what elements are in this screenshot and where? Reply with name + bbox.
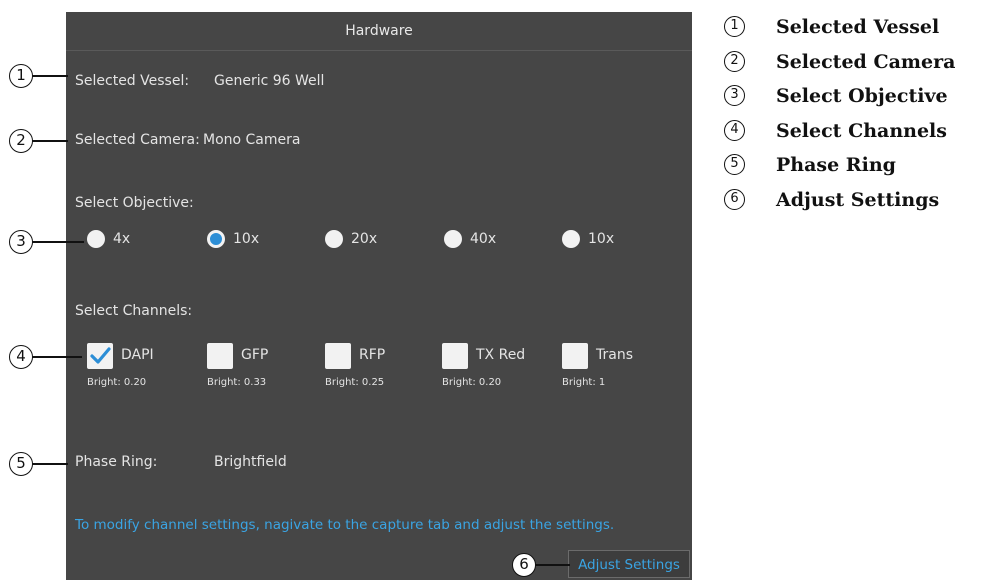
legend-number: 2 [724,50,745,72]
channel-brightness: Bright: 0.20 [442,377,502,388]
objective-option-label: 20x [351,231,378,247]
radio-icon [87,230,105,248]
objective-option-4x[interactable]: 4x [87,228,130,250]
radio-icon [562,230,580,248]
channel-brightness: Bright: 0.25 [325,377,385,388]
callout-leader [32,356,82,358]
objective-option-label: 40x [470,231,497,247]
objective-option-label: 4x [113,231,131,247]
channel-label: RFP [359,347,386,363]
camera-value: Mono Camera [203,132,301,148]
legend-label: Select Objective [776,85,948,107]
channel-label: TX Red [476,347,526,363]
legend-label: Select Channels [776,119,947,142]
vessel-label: Selected Vessel: [75,73,190,89]
callout-1: 1 [9,64,33,88]
objective-label: Select Objective: [75,195,194,211]
channel-brightness: Bright: 1 [562,377,606,388]
legend-number: 5 [724,154,745,175]
objective-option-20x[interactable]: 20x [325,228,377,250]
legend-number: 6 [724,188,745,210]
channel-label: Trans [596,347,633,363]
legend-number: 3 [724,85,745,106]
camera-label: Selected Camera: [75,132,200,148]
channel-checkbox-txred[interactable] [442,343,468,369]
channel-dapi: DAPI Bright: 0.20 [87,343,197,388]
legend-number: 1 [724,16,745,37]
phase-ring-label: Phase Ring: [75,454,158,470]
callout-leader [32,463,68,465]
check-icon [90,347,111,364]
channel-trans: Trans Bright: 1 [562,343,672,388]
radio-selected-icon [207,230,225,248]
objective-option-10x-alt[interactable]: 10x [562,228,614,250]
channels-label: Select Channels: [75,303,193,319]
callout-leader [534,564,570,566]
callout-4: 4 [9,345,33,369]
channel-checkbox-rfp[interactable] [325,343,351,369]
callout-leader [32,75,68,77]
legend-label: Adjust Settings [776,188,940,211]
legend-label: Selected Vessel [776,16,940,38]
channel-txred: TX Red Bright: 0.20 [442,343,552,388]
legend-label: Selected Camera [776,50,956,73]
channel-brightness: Bright: 0.33 [207,377,267,388]
objective-option-label: 10x [588,231,615,247]
settings-hint: To modify channel settings, nagivate to … [75,517,615,533]
callout-3: 3 [9,230,33,254]
legend-number: 4 [724,119,745,141]
radio-icon [444,230,462,248]
channel-checkbox-trans[interactable] [562,343,588,369]
objective-option-label: 10x [233,231,260,247]
channel-rfp: RFP Bright: 0.25 [325,343,435,388]
vessel-value: Generic 96 Well [214,73,325,89]
callout-leader [32,241,84,243]
objective-option-40x[interactable]: 40x [444,228,496,250]
callout-6: 6 [512,553,536,577]
legend-label: Phase Ring [776,154,896,176]
channel-checkbox-dapi[interactable] [87,343,113,369]
hardware-panel: Hardware Selected Vessel: Generic 96 Wel… [66,12,692,580]
callout-leader [32,140,68,142]
channel-gfp: GFP Bright: 0.33 [207,343,317,388]
radio-icon [325,230,343,248]
objective-option-10x[interactable]: 10x [207,228,259,250]
panel-title: Hardware [66,12,692,51]
channel-label: GFP [241,347,269,363]
channel-checkbox-gfp[interactable] [207,343,233,369]
callout-5: 5 [9,452,33,476]
callout-2: 2 [9,129,33,153]
phase-ring-value: Brightfield [214,454,287,470]
channel-label: DAPI [121,347,154,363]
adjust-settings-button[interactable]: Adjust Settings [568,550,690,578]
channel-brightness: Bright: 0.20 [87,377,147,388]
